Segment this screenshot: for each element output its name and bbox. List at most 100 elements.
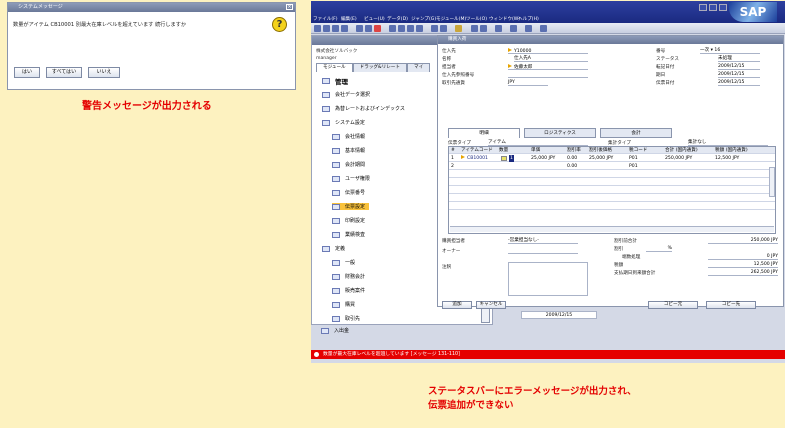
help-icon[interactable]: [540, 25, 547, 32]
tab-logistics[interactable]: ロジスティクス: [524, 128, 596, 138]
new-icon[interactable]: [314, 25, 321, 32]
nav-item-document-settings[interactable]: 伝票設定: [332, 203, 370, 210]
menu-window[interactable]: ウィンドウ(W): [489, 16, 520, 22]
next-record-icon[interactable]: [407, 25, 414, 32]
nav-item-performance-check[interactable]: 業績検査: [332, 231, 365, 238]
table-row[interactable]: [449, 187, 775, 194]
table-row[interactable]: [449, 179, 775, 186]
sort-icon[interactable]: [440, 25, 447, 32]
close-window-icon[interactable]: [719, 4, 727, 11]
yes-button[interactable]: はい: [14, 67, 40, 78]
nav-item-choose-company[interactable]: 会社データ選択: [322, 91, 370, 98]
nav-item-opportunities[interactable]: 販売案件: [332, 287, 365, 294]
document-title: 購買入荷: [438, 36, 783, 44]
nav-item-setup[interactable]: 定義: [322, 245, 345, 252]
tab-contents[interactable]: 明細: [448, 128, 520, 138]
document-date-label: 伝票日付: [656, 81, 675, 86]
items-grid: # アイテムコード 数量 単価 割引率 割引後価格 税コード 合計 (国内通貨)…: [448, 146, 776, 234]
find-icon[interactable]: [356, 25, 363, 32]
layout-icon[interactable]: [510, 25, 517, 32]
first-record-icon[interactable]: [389, 25, 396, 32]
filter-icon[interactable]: [431, 25, 438, 32]
message-icon[interactable]: [525, 25, 532, 32]
menu-edit[interactable]: 編集(E): [341, 16, 357, 22]
add-icon[interactable]: [365, 25, 372, 32]
gross-profit-icon[interactable]: [495, 25, 502, 32]
base-document-icon[interactable]: [471, 25, 478, 32]
document-date-field[interactable]: 2009/12/15: [718, 80, 760, 86]
table-row[interactable]: [449, 195, 775, 202]
add-button[interactable]: 追加: [442, 301, 472, 309]
rounding-label: 端数処理: [622, 255, 641, 260]
table-row[interactable]: 1 CB10001 1 25,000 JPY 0.00 25,000 JPY P…: [449, 155, 775, 162]
close-icon[interactable]: ×: [286, 4, 293, 10]
menu-tools[interactable]: ツール(O): [466, 16, 487, 22]
print-icon[interactable]: [332, 25, 339, 32]
nav-item-financials[interactable]: 財務会計: [332, 273, 365, 280]
preview-icon[interactable]: [341, 25, 348, 32]
nav-item-company-details[interactable]: 会社情報: [332, 133, 365, 140]
nav-admin-heading[interactable]: 管理: [322, 76, 348, 86]
nav-item-document-numbering[interactable]: 伝票番号: [332, 189, 365, 196]
target-document-icon[interactable]: [480, 25, 487, 32]
nav-item-system-init[interactable]: システム設定: [322, 119, 365, 126]
folder-icon: [332, 287, 340, 294]
open-icon[interactable]: [323, 25, 330, 32]
copy-to-button[interactable]: コピー先: [706, 301, 756, 309]
vendor-field[interactable]: Y10000: [508, 48, 588, 54]
tab-drag-relate[interactable]: ドラッグ&リレート: [352, 63, 407, 72]
settings-icon[interactable]: [455, 25, 462, 32]
nav-tabs: モジュール ドラッグ&リレート マイ: [316, 63, 431, 72]
owner-field[interactable]: [508, 248, 578, 254]
vendor-ref-field[interactable]: [508, 72, 588, 78]
tab-accounting[interactable]: 会計: [600, 128, 672, 138]
remarks-label: 注釈: [442, 265, 452, 270]
tab-my-menu[interactable]: マイ: [407, 63, 431, 72]
cancel-button[interactable]: キャンセル: [476, 301, 506, 309]
nav-item-purchasing[interactable]: 購買: [332, 301, 355, 308]
nav-item-posting-periods[interactable]: 会計期間: [332, 161, 365, 168]
contact-field[interactable]: 佐藤太郎: [508, 64, 588, 70]
table-row[interactable]: 2 0.00 P01: [449, 163, 775, 170]
discount-percent-field[interactable]: %: [646, 246, 672, 252]
currency-field[interactable]: JPY: [508, 80, 548, 86]
menu-view[interactable]: ビュー(U): [364, 16, 385, 22]
copy-from-button[interactable]: コピー元: [648, 301, 698, 309]
menu-help[interactable]: ヘルプ(H): [518, 16, 539, 22]
link-arrow-icon[interactable]: [461, 155, 465, 159]
link-arrow-icon[interactable]: [508, 48, 512, 52]
link-arrow-icon[interactable]: [508, 64, 512, 68]
nav-item-general-settings[interactable]: 基本情報: [332, 147, 365, 154]
nav-item-business-partners[interactable]: 取引先: [332, 315, 360, 322]
menu-data[interactable]: データ(D): [387, 16, 408, 22]
nav-item-authorizations[interactable]: ユーザ権限: [332, 175, 370, 182]
menu-jump[interactable]: ジャンプ(G): [411, 16, 436, 22]
due-date-field[interactable]: 2009/12/15: [718, 72, 760, 78]
tab-modules[interactable]: モジュール: [316, 63, 353, 72]
maximize-icon[interactable]: [709, 4, 717, 11]
window-icon: [332, 231, 340, 238]
name-field[interactable]: 仕入先A: [514, 56, 588, 62]
folder-icon: [332, 273, 340, 280]
last-record-icon[interactable]: [416, 25, 423, 32]
posting-date-field[interactable]: 2009/12/15: [718, 64, 760, 70]
menu-module[interactable]: モジュール(M): [436, 16, 466, 22]
nav-item-general[interactable]: 一般: [332, 259, 355, 266]
grid-vertical-scrollbar[interactable]: [769, 167, 775, 197]
menu-file[interactable]: ファイル(F): [313, 16, 338, 22]
number-field[interactable]: 一次 ▾ 16: [700, 48, 760, 54]
previous-record-icon[interactable]: [398, 25, 405, 32]
table-row[interactable]: [449, 203, 775, 210]
nav-item-print-preferences[interactable]: 印刷設定: [332, 217, 365, 224]
nav-item-exchange-rates[interactable]: 為替レートおよびインデックス: [322, 105, 405, 112]
folder-icon: [332, 315, 340, 322]
yes-to-all-button[interactable]: すべてはい: [46, 67, 82, 78]
grid-horizontal-scrollbar[interactable]: [450, 226, 774, 232]
table-row[interactable]: [449, 171, 775, 178]
nav-item-banking[interactable]: 入出金: [321, 327, 349, 334]
no-button[interactable]: いいえ: [88, 67, 120, 78]
buyer-select[interactable]: -営業担当なし-: [508, 238, 578, 244]
minimize-icon[interactable]: [699, 4, 707, 11]
remarks-field[interactable]: [508, 262, 588, 296]
cancel-icon[interactable]: [374, 25, 381, 32]
